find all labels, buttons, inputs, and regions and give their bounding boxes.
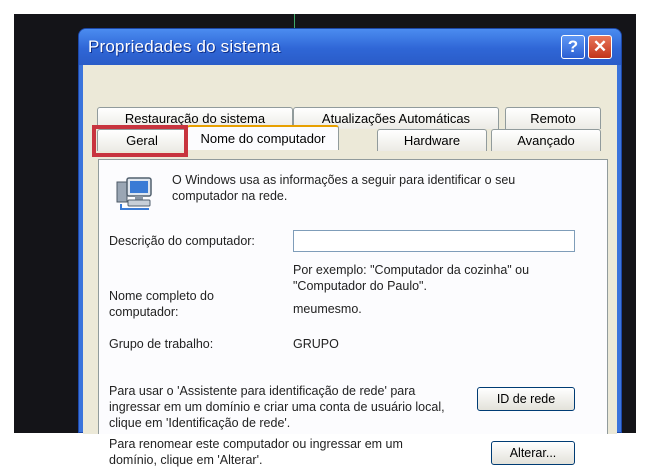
tab-remote[interactable]: Remoto [505,107,601,129]
title-bar[interactable]: Propriedades do sistema ? ✕ [79,29,621,65]
workgroup-value: GRUPO [293,337,339,351]
system-properties-dialog: Propriedades do sistema ? ✕ Restauração … [78,28,622,467]
help-icon[interactable]: ? [561,35,585,59]
description-label: Descrição do computador: [109,234,255,248]
workgroup-label: Grupo de trabalho: [109,337,214,351]
example-text: Por exemplo: "Computador da cozinha" ou … [293,263,530,293]
full-name-value: meumesmo. [293,302,362,316]
intro-text: O Windows usa as informações a seguir pa… [172,173,516,203]
tab-panel-computer-name: O Windows usa as informações a seguir pa… [98,159,608,467]
close-icon[interactable]: ✕ [588,35,612,59]
computer-description-input[interactable] [293,230,575,252]
network-id-button[interactable]: ID de rede [477,387,575,411]
tab-computer-name[interactable]: Nome do computador [187,125,339,150]
dialog-client-area: Restauração do sistema Atualizações Auto… [83,65,617,467]
tab-advanced[interactable]: Avançado [491,129,601,151]
change-button[interactable]: Alterar... [491,441,575,465]
tab-hardware[interactable]: Hardware [377,129,487,151]
window-title: Propriedades do sistema [88,37,281,56]
full-name-label: Nome completo do computador: [109,289,214,319]
rename-instructions: Para renomear este computador ou ingress… [109,437,403,467]
photo-background: Propriedades do sistema ? ✕ Restauração … [0,0,650,467]
highlight-box-general-tab [92,125,188,157]
computer-network-icon [116,177,152,210]
network-id-instructions: Para usar o 'Assistente para identificaç… [109,384,445,430]
